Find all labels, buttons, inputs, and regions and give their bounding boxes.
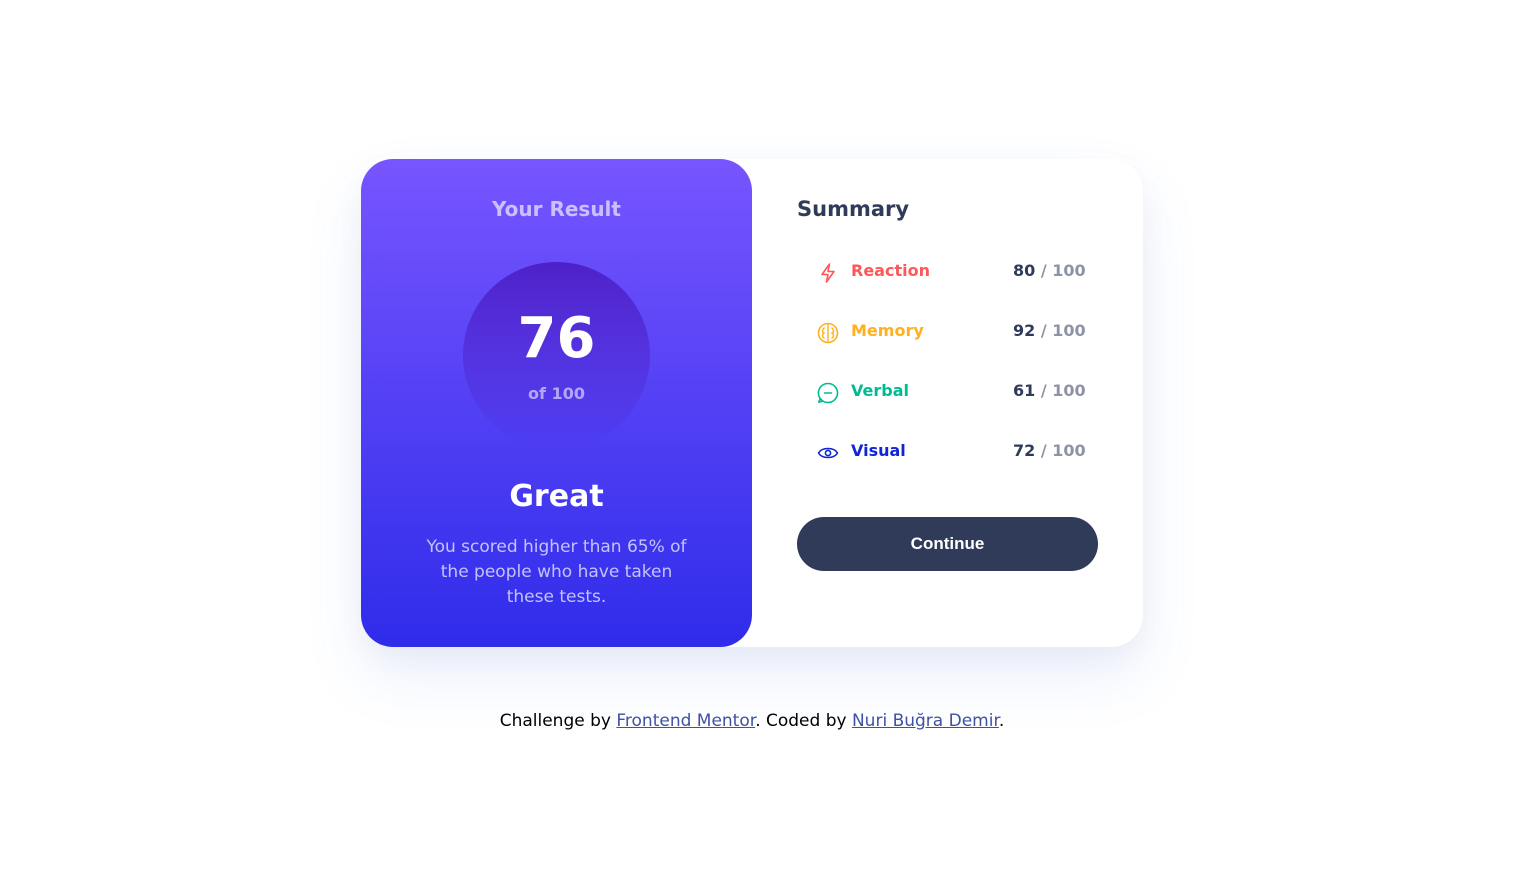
summary-score: 61 / 100	[1013, 381, 1086, 400]
summary-row-reaction: Reaction 80 / 100	[797, 247, 1098, 307]
frontend-mentor-link[interactable]: Frontend Mentor	[616, 711, 755, 731]
rating-label: Great	[509, 479, 604, 514]
result-panel: Your Result 76 of 100 Great You scored h…	[361, 159, 752, 647]
summary-label: Memory	[851, 321, 924, 340]
rating-description: You scored higher than 65% of the people…	[426, 537, 687, 607]
score-circle: 76 of 100	[463, 262, 650, 449]
eye-icon	[817, 442, 839, 464]
summary-label: Verbal	[851, 381, 909, 400]
continue-button[interactable]: Continue	[797, 517, 1098, 571]
summary-score: 80 / 100	[1013, 261, 1086, 280]
summary-row-memory: Memory 92 / 100	[797, 307, 1098, 367]
summary-title: Summary	[797, 197, 910, 221]
results-card: Your Result 76 of 100 Great You scored h…	[361, 159, 1143, 647]
lightning-icon	[817, 262, 839, 284]
summary-score: 72 / 100	[1013, 441, 1086, 460]
score-of: of 100	[528, 384, 585, 403]
score-value: 76	[517, 306, 596, 371]
summary-label: Reaction	[851, 261, 930, 280]
summary-panel: Summary Reaction 80 / 100 Memory 92 / 10…	[797, 197, 1098, 487]
summary-row-verbal: Verbal 61 / 100	[797, 367, 1098, 427]
summary-label: Visual	[851, 441, 906, 460]
summary-row-visual: Visual 72 / 100	[797, 427, 1098, 487]
author-link[interactable]: Nuri Buğra Demir	[852, 711, 999, 731]
brain-icon	[817, 322, 839, 344]
chat-bubble-icon	[817, 382, 839, 404]
attribution: Challenge by Frontend Mentor. Coded by N…	[499, 711, 1005, 731]
summary-score: 92 / 100	[1013, 321, 1086, 340]
result-title: Your Result	[492, 197, 621, 221]
